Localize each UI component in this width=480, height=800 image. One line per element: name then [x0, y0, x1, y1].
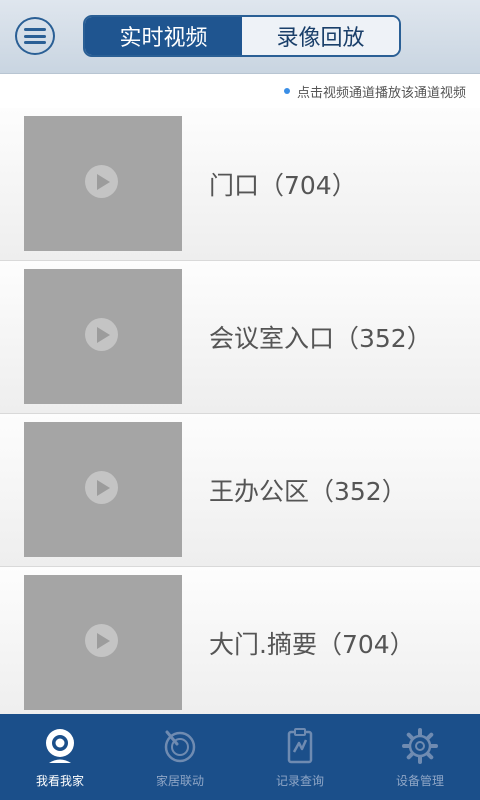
- video-thumbnail[interactable]: [24, 575, 182, 710]
- linkage-dial-icon: [160, 726, 200, 766]
- bullet-dot-icon: [283, 88, 290, 94]
- top-bar: 实时视频 录像回放: [0, 0, 480, 74]
- tab-live-video[interactable]: 实时视频: [85, 17, 242, 55]
- nav-my-home[interactable]: 我看我家: [0, 714, 120, 800]
- nav-label: 我看我家: [35, 774, 84, 788]
- webcam-icon: [40, 726, 80, 766]
- play-icon: [85, 471, 118, 504]
- channel-list: 门口（704） 会议室入口（352） 王办公区（352） 大门.摘要（704）: [0, 108, 480, 714]
- tab-recording-playback[interactable]: 录像回放: [242, 17, 399, 55]
- channel-item-2[interactable]: 会议室入口（352）: [0, 261, 480, 414]
- record-clipboard-icon: [280, 726, 320, 766]
- video-thumbnail[interactable]: [24, 116, 182, 251]
- gear-icon: [400, 726, 440, 766]
- nav-home-linkage[interactable]: 家居联动: [120, 714, 240, 800]
- play-icon: [85, 318, 118, 351]
- hint-text: 点击视频通道播放该通道视频: [283, 80, 466, 102]
- hamburger-menu-icon[interactable]: [15, 17, 55, 55]
- channel-label: 大门.摘要（704）: [209, 630, 415, 659]
- channel-label: 门口（704）: [209, 171, 357, 200]
- nav-label: 家居联动: [155, 774, 204, 788]
- video-thumbnail[interactable]: [24, 269, 182, 404]
- nav-record-query[interactable]: 记录查询: [240, 714, 360, 800]
- play-icon: [85, 624, 118, 657]
- nav-device-management[interactable]: 设备管理: [360, 714, 480, 800]
- hint-label: 点击视频通道播放该通道视频: [296, 85, 466, 101]
- channel-label: 王办公区（352）: [209, 477, 407, 506]
- channel-item-3[interactable]: 王办公区（352）: [0, 414, 480, 567]
- bottom-navigation: 我看我家 家居联动 记录查询 设备管理: [0, 714, 480, 800]
- video-thumbnail[interactable]: [24, 422, 182, 557]
- nav-label: 记录查询: [275, 774, 324, 788]
- channel-item-4[interactable]: 大门.摘要（704）: [0, 567, 480, 714]
- nav-label: 设备管理: [395, 774, 444, 788]
- channel-label: 会议室入口（352）: [209, 324, 432, 353]
- view-mode-switch: 实时视频 录像回放: [83, 15, 401, 57]
- play-icon: [85, 165, 118, 198]
- channel-item-1[interactable]: 门口（704）: [0, 108, 480, 261]
